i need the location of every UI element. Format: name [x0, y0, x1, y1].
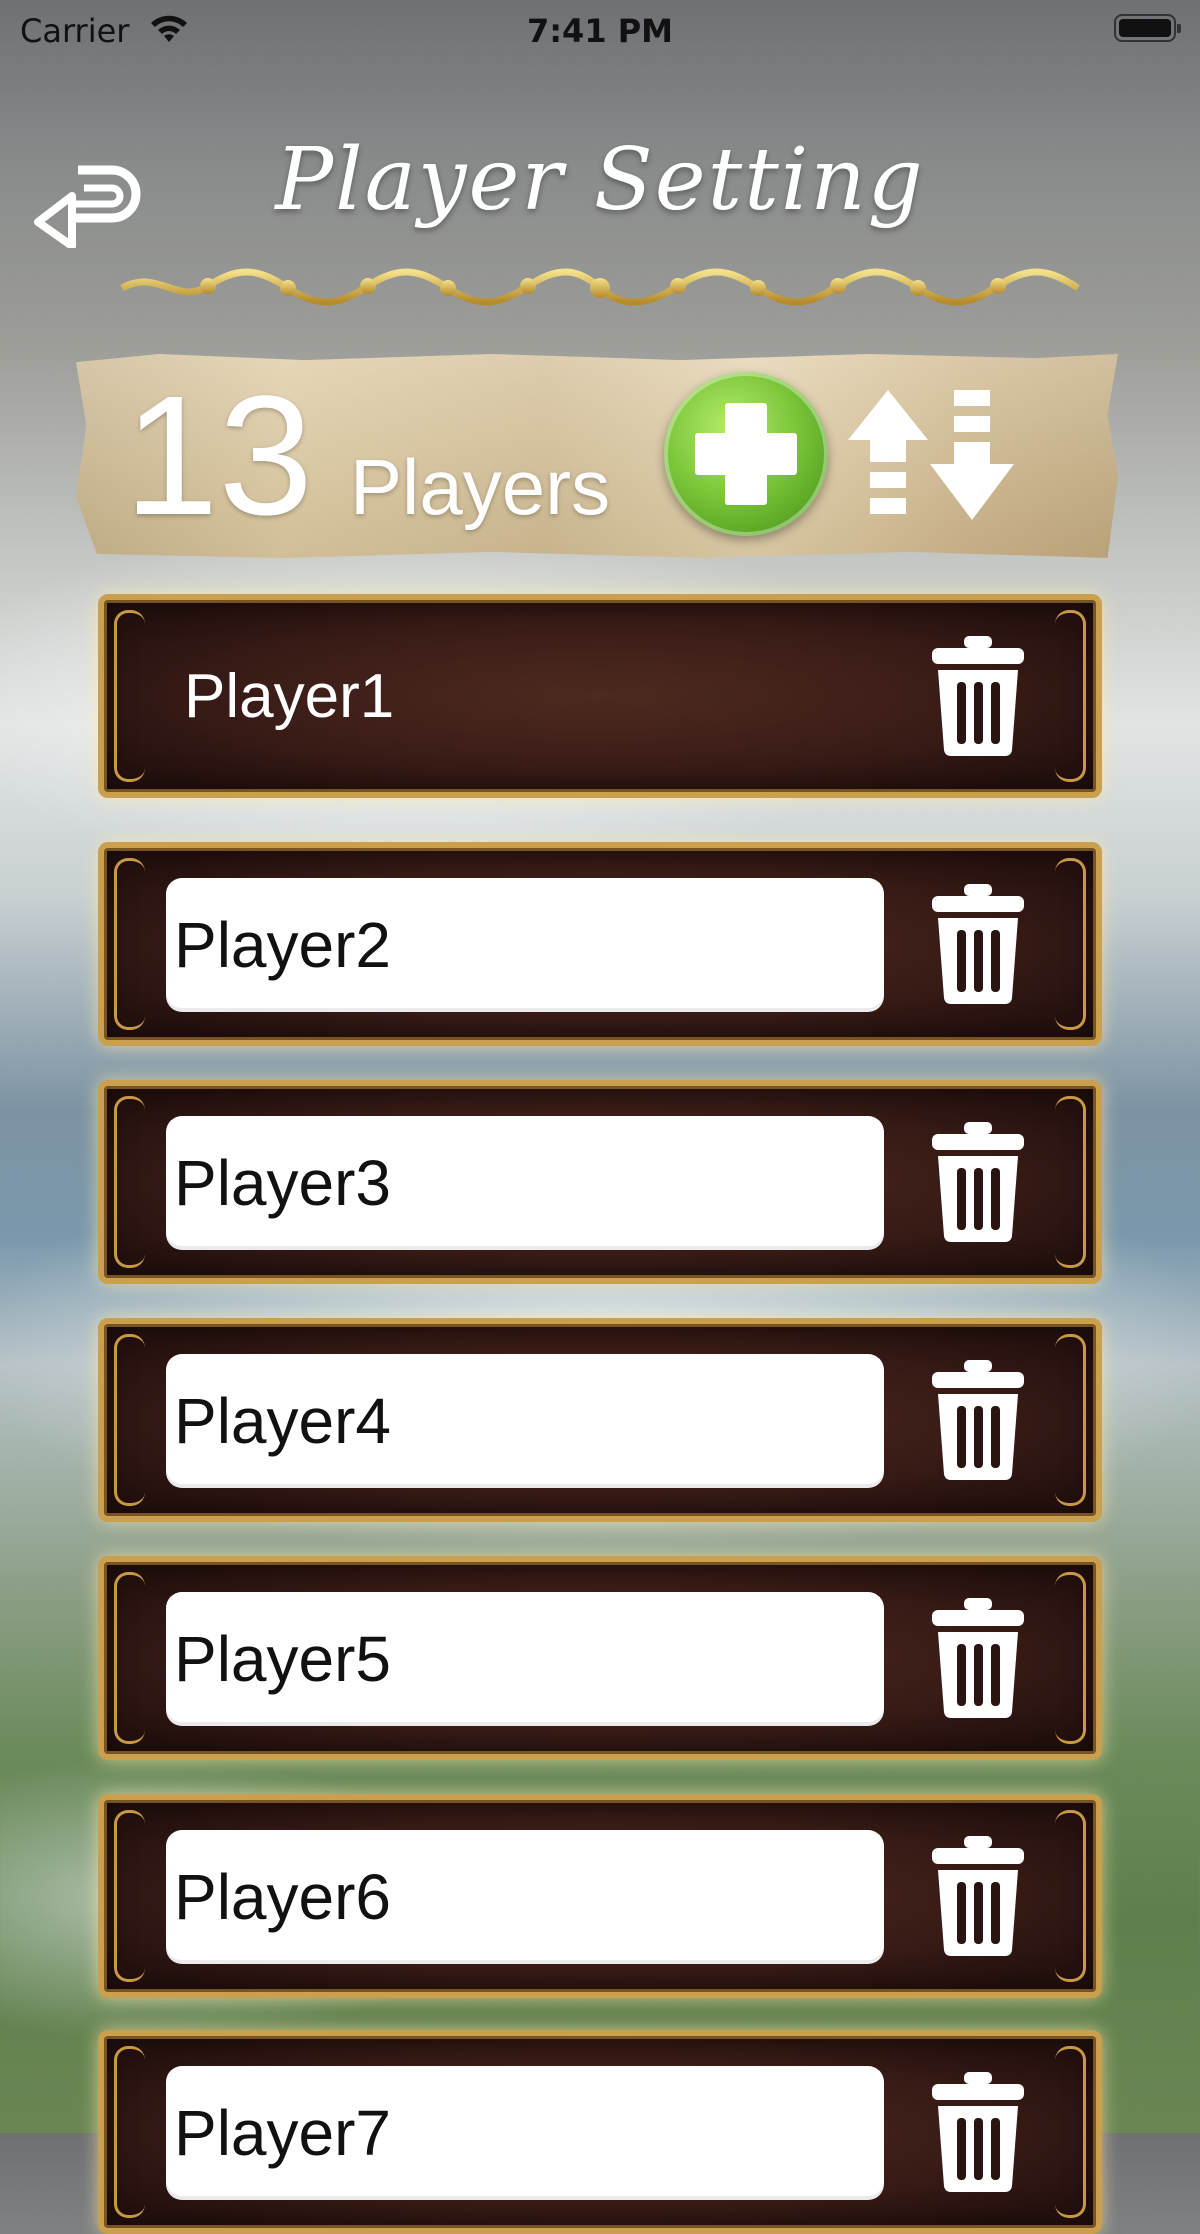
delete-player-button[interactable] [930, 1358, 1026, 1482]
player-row [98, 1318, 1102, 1522]
sort-button[interactable] [844, 386, 1020, 526]
player-name-input[interactable] [166, 1354, 884, 1488]
trash-icon [932, 1836, 1024, 1956]
back-button[interactable] [32, 148, 148, 250]
page-title: Player Setting [275, 130, 925, 230]
status-bar: Carrier 7:41 PM [0, 0, 1200, 60]
player-row [98, 1794, 1102, 1998]
delete-player-button[interactable] [930, 634, 1026, 758]
add-icon [695, 403, 797, 505]
player-count: 13 [124, 361, 314, 551]
player-name-input[interactable] [166, 2066, 884, 2200]
ornament-divider [120, 268, 1080, 306]
trash-icon [932, 1360, 1024, 1480]
player-name-input[interactable] [166, 1830, 884, 1964]
trash-icon [932, 2072, 1024, 2192]
player-name-input[interactable] [166, 1116, 884, 1250]
player-row [98, 1556, 1102, 1760]
status-time: 7:41 PM [526, 12, 674, 50]
trash-icon [932, 636, 1024, 756]
player-name: Player1 [184, 662, 395, 731]
player-row [98, 1080, 1102, 1284]
delete-player-button[interactable] [930, 1834, 1026, 1958]
player-name-input[interactable] [166, 1592, 884, 1726]
player-name-input[interactable] [166, 878, 884, 1012]
battery-icon [1114, 14, 1181, 42]
delete-player-button[interactable] [930, 1596, 1026, 1720]
delete-player-button[interactable] [930, 2070, 1026, 2194]
back-arrow-icon [34, 165, 141, 250]
trash-icon [932, 884, 1024, 1004]
delete-player-button[interactable] [930, 882, 1026, 1006]
trash-icon [932, 1598, 1024, 1718]
player-row [98, 2030, 1102, 2234]
player-count-label: Players [350, 443, 611, 531]
player-row: Player1 [98, 594, 1102, 798]
add-player-button[interactable] [664, 372, 828, 536]
delete-player-button[interactable] [930, 1120, 1026, 1244]
sort-icon [848, 390, 1014, 520]
player-row [98, 842, 1102, 1046]
trash-icon [932, 1122, 1024, 1242]
